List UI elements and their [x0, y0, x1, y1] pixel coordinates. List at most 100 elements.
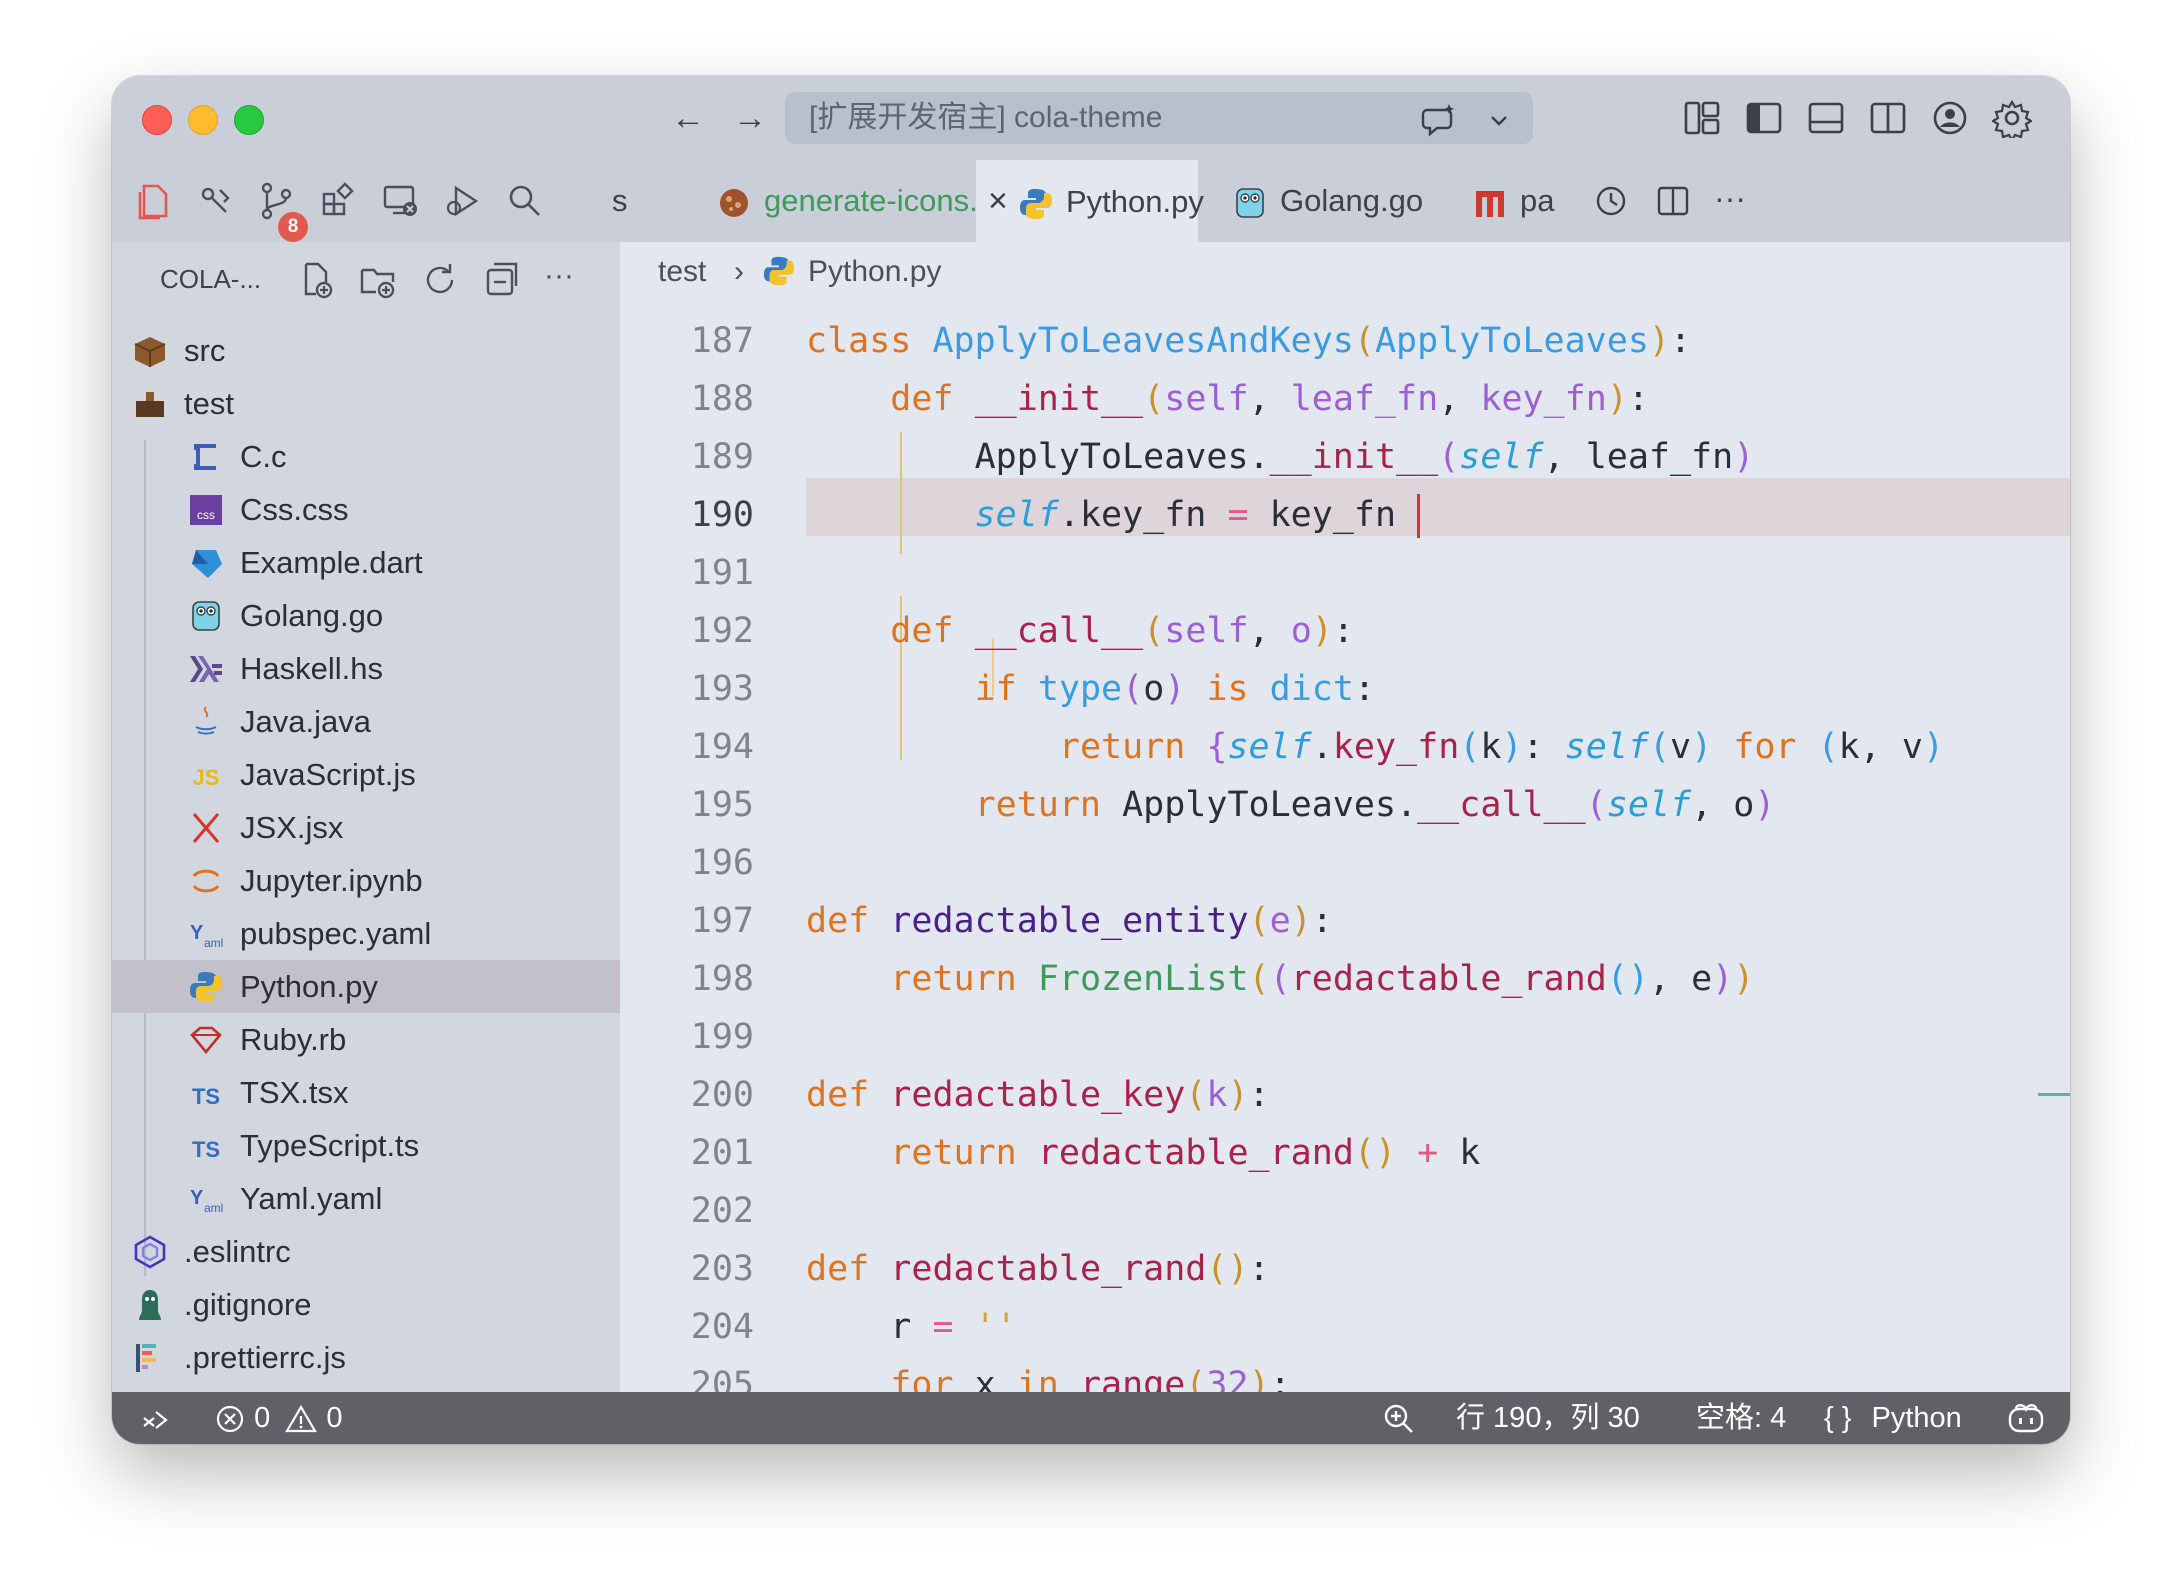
tree-label: src [184, 333, 226, 368]
tree-item-jsx[interactable]: JSX.jsx [112, 801, 620, 854]
indentation-setting[interactable]: 空格: 4 [1696, 1392, 1786, 1444]
line-number: 198 [690, 959, 754, 999]
line-number: 199 [690, 1017, 754, 1057]
source-control-badge: 8 [278, 212, 308, 242]
gear-icon[interactable] [1992, 98, 2032, 138]
toggle-secondary-sidebar-icon[interactable] [1868, 98, 1908, 138]
tab-generate-icons[interactable]: generate-icons.sh U [716, 160, 1051, 242]
title-bar: ← → [扩展开发宿主] cola-theme [112, 76, 2070, 160]
toggle-panel-icon[interactable] [1806, 98, 1846, 138]
error-count: 0 [254, 1402, 271, 1434]
tab-partial-right[interactable]: pa [1472, 160, 1582, 242]
explorer-more-icon[interactable]: ··· [544, 242, 574, 310]
tree-item-python[interactable]: Python.py [112, 960, 620, 1013]
language-mode[interactable]: { } Python [1824, 1392, 1962, 1444]
tree-item-ruby[interactable]: Ruby.rb [112, 1013, 620, 1066]
tree-item-go[interactable]: Golang.go [112, 589, 620, 642]
code-line: 195 return ApplyToLeaves.__call__(self, … [620, 776, 2070, 834]
remote-explorer-icon[interactable] [380, 180, 422, 222]
tree-item-c[interactable]: C.c [112, 430, 620, 483]
tree-item-tsx[interactable]: TS TSX.tsx [112, 1066, 620, 1119]
tree-item-css[interactable]: css Css.css [112, 483, 620, 536]
tsx-file-icon: TS [192, 1084, 220, 1109]
folder-test-icon [136, 392, 164, 417]
copilot-icon[interactable] [2006, 1392, 2046, 1444]
new-folder-icon[interactable] [358, 260, 398, 300]
line-number: 187 [690, 321, 754, 361]
minimize-window-button[interactable] [188, 105, 218, 135]
close-window-button[interactable] [142, 105, 172, 135]
tab-golang[interactable]: Golang.go [1232, 160, 1432, 242]
tree-label: Python.py [240, 969, 378, 1004]
remote-indicator-icon[interactable] [140, 1392, 170, 1444]
explorer-title: COLA-... [160, 264, 262, 294]
code-line: 191 [620, 544, 2070, 602]
more-actions-icon[interactable]: ··· [1714, 160, 1746, 242]
tree-item-dart[interactable]: Example.dart [112, 536, 620, 589]
customize-layout-icon[interactable] [1682, 98, 1722, 138]
tab-python[interactable]: × Python.py [976, 160, 1204, 242]
status-bar: 0 0 行 190，列 30 空格: 4 { } Python [112, 1392, 2070, 1444]
tree-label: TypeScript.ts [240, 1128, 420, 1163]
account-icon[interactable] [1930, 98, 1970, 138]
extensions-icon[interactable] [318, 180, 360, 222]
new-file-icon[interactable] [296, 260, 336, 300]
svg-text:TS: TS [192, 1084, 220, 1109]
tree-item-pubspec[interactable]: Yaml pubspec.yaml [112, 907, 620, 960]
toggle-primary-sidebar-icon[interactable] [1744, 98, 1784, 138]
ruby-file-icon [190, 1026, 222, 1055]
line-number: 190 [690, 495, 754, 535]
css-file-icon: css [190, 495, 222, 525]
tree-item-jupyter[interactable]: Jupyter.ipynb [112, 854, 620, 907]
tree-label: TSX.tsx [240, 1075, 349, 1110]
breadcrumb-file[interactable]: Python.py [808, 242, 941, 302]
back-arrow-icon[interactable]: ← [666, 96, 710, 140]
tree-item-eslintrc[interactable]: .eslintrc [112, 1225, 620, 1278]
line-number: 203 [690, 1249, 754, 1289]
run-debug-icon[interactable] [442, 180, 484, 222]
tree-item-typescript[interactable]: TS TypeScript.ts [112, 1119, 620, 1172]
tree-item-src[interactable]: src [112, 324, 620, 377]
tree-item-haskell[interactable]: Haskell.hs [112, 642, 620, 695]
svg-text:aml: aml [204, 1201, 223, 1215]
tree-label: JSX.jsx [240, 810, 344, 845]
refresh-icon[interactable] [420, 260, 460, 300]
minimap-change-marker [2038, 1093, 2070, 1096]
explorer-files-icon[interactable] [132, 180, 174, 222]
prettier-file-icon [136, 1344, 156, 1372]
dart-file-icon [192, 550, 222, 578]
tab-partial-left[interactable]: s [612, 160, 662, 242]
close-icon[interactable]: × [988, 160, 1018, 242]
collapse-all-icon[interactable] [482, 260, 522, 300]
timeline-history-icon[interactable] [1592, 182, 1630, 220]
warning-count: 0 [326, 1402, 343, 1434]
package-file-icon [1476, 190, 1504, 217]
chevron-down-icon[interactable] [1477, 92, 1521, 144]
search-icon[interactable] [504, 180, 546, 222]
problems-indicator[interactable]: 0 0 [214, 1392, 342, 1444]
tree-label: Ruby.rb [240, 1022, 347, 1057]
zoom-icon[interactable] [1382, 1392, 1416, 1444]
forward-arrow-icon[interactable]: → [728, 96, 772, 140]
line-number: 194 [690, 727, 754, 767]
tree-item-test[interactable]: test [112, 377, 620, 430]
command-center[interactable]: [扩展开发宿主] cola-theme [785, 92, 1533, 144]
code-line: 190 self.key_fn = key_fn [620, 486, 2070, 544]
yaml-file-icon: Yaml [190, 922, 223, 950]
line-number: 202 [690, 1191, 754, 1231]
cursor-position[interactable]: 行 190，列 30 [1456, 1392, 1640, 1444]
yaml-file-icon: Yaml [190, 1187, 223, 1215]
zoom-window-button[interactable] [234, 105, 264, 135]
tree-item-java[interactable]: Java.java [112, 695, 620, 748]
tab-label: s [612, 183, 628, 218]
tree-item-yaml[interactable]: Yaml Yaml.yaml [112, 1172, 620, 1225]
code-editor[interactable]: 187 class ApplyToLeavesAndKeys(ApplyToLea… [620, 302, 2070, 1392]
search-replace-icon[interactable] [194, 180, 236, 222]
code-line: 198 return FrozenList((redactable_rand()… [620, 950, 2070, 1008]
chat-sparkle-icon[interactable] [1417, 92, 1461, 144]
tree-item-javascript[interactable]: JS JavaScript.js [112, 748, 620, 801]
tree-item-gitignore[interactable]: .gitignore [112, 1278, 620, 1331]
split-editor-icon[interactable] [1654, 182, 1692, 220]
tree-item-prettierrc[interactable]: .prettierrc.js [112, 1331, 620, 1384]
breadcrumb-folder[interactable]: test [658, 242, 706, 302]
